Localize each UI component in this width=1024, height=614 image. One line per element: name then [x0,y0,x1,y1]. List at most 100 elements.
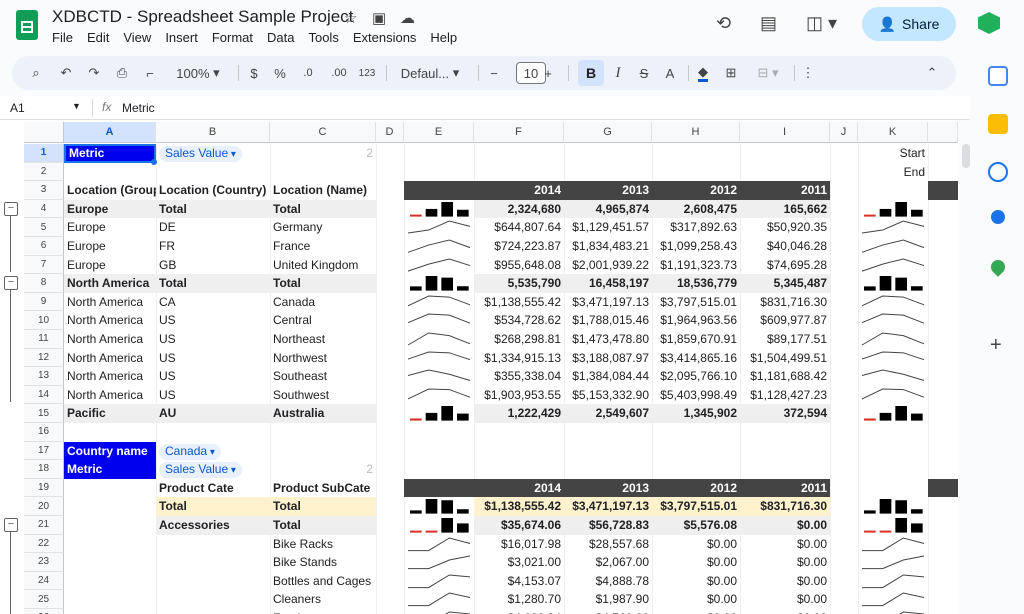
loc-country-cell[interactable]: US [156,311,270,330]
loc-country-cell[interactable]: GB [156,256,270,275]
value-cell[interactable]: 2,608,475 [652,200,740,219]
row-header-2[interactable]: 2 [24,162,64,182]
value-cell-2[interactable]: $0.00 [740,609,830,614]
value-cell[interactable]: 16,458,197 [564,274,652,293]
increase-decimal[interactable]: .00 [326,56,352,90]
value-cell-2[interactable]: $3,471,197.13 [564,497,652,516]
value-cell[interactable]: 2,549,607 [564,404,652,423]
row-header-20[interactable]: 20 [24,497,64,516]
year-header-2-2014[interactable]: 2014 [474,479,564,498]
loc-country-cell[interactable]: DE [156,218,270,237]
col-header-a[interactable]: A [64,122,156,143]
value-cell[interactable]: $3,414,865.16 [652,349,740,368]
col-header-f[interactable]: F [474,122,564,143]
value-cell[interactable]: $609,977.87 [740,311,830,330]
percent-format[interactable]: % [270,56,290,90]
loc-name-cell[interactable]: Northwest [270,349,376,368]
value-cell[interactable]: $1,099,258.43 [652,237,740,256]
loc-name-cell[interactable]: Australia [270,404,376,423]
paint-format-icon[interactable]: ⌐ [140,56,160,90]
value-cell-2[interactable]: $4,888.78 [564,572,652,591]
avatar[interactable] [978,12,1000,34]
row-header-22[interactable]: 22 [24,534,64,554]
loc-name-cell[interactable]: Northeast [270,330,376,349]
value-cell-2[interactable]: $1,987.90 [564,590,652,609]
header-product-cate[interactable]: Product Cate [156,479,270,498]
note-cell-2[interactable]: 2 [270,460,376,479]
value-cell[interactable]: $1,334,915.13 [474,349,564,368]
value-cell[interactable]: $1,129,451.57 [564,218,652,237]
col-header-e[interactable]: E [404,122,474,143]
row-header-1[interactable]: 1 [24,144,64,163]
value-cell-2[interactable]: $4,022.34 [474,609,564,614]
value-cell[interactable]: $3,471,197.13 [564,293,652,312]
zoom-select[interactable]: 100% ▾ [168,56,228,90]
loc-country-cell[interactable]: US [156,367,270,386]
currency-format[interactable]: $ [244,56,264,90]
value-cell[interactable]: $831,716.30 [740,293,830,312]
col-header-g[interactable]: G [564,122,652,143]
row-header-17[interactable]: 17 [24,441,64,461]
collapse-toolbar-icon[interactable]: ⌃ [922,56,942,90]
menu-insert[interactable]: Insert [165,30,205,45]
year-header-2-2012[interactable]: 2012 [652,479,740,498]
value-cell[interactable]: $5,403,998.49 [652,386,740,405]
value-cell[interactable]: 4,965,874 [564,200,652,219]
row-header-19[interactable]: 19 [24,478,64,498]
calendar-icon[interactable] [988,66,1008,86]
menu-format[interactable]: Format [212,30,260,45]
row-header-24[interactable]: 24 [24,571,64,591]
value-cell-2[interactable]: $1,280.70 [474,590,564,609]
loc-group-cell[interactable]: North America [64,386,156,405]
value-cell[interactable]: $40,046.28 [740,237,830,256]
loc-group-cell[interactable]: Europe [64,218,156,237]
move-folder-icon[interactable]: ▣ [372,9,386,27]
history-icon[interactable]: ⟲ [716,13,731,34]
value-cell[interactable]: 18,536,779 [652,274,740,293]
menu-edit[interactable]: Edit [87,30,116,45]
row-header-8[interactable]: 8 [24,274,64,293]
row-header-11[interactable]: 11 [24,330,64,349]
meet-icon[interactable]: ◫ ▾ [806,13,837,34]
value-cell[interactable]: $74,695.28 [740,256,830,275]
loc-group-cell[interactable]: Pacific [64,404,156,423]
value-cell-2[interactable]: $0.00 [740,516,830,535]
strikethrough-button[interactable]: S [634,56,654,90]
row-header-9[interactable]: 9 [24,292,64,312]
value-cell[interactable]: $644,807.64 [474,218,564,237]
value-cell[interactable]: $3,188,087.97 [564,349,652,368]
year-header-2012[interactable]: 2012 [652,181,740,200]
value-cell-2[interactable]: $5,576.08 [652,516,740,535]
loc-group-cell[interactable]: North America [64,330,156,349]
value-cell-2[interactable]: $0.00 [740,572,830,591]
font-size-decrease[interactable]: − [484,56,504,90]
loc-group-cell[interactable]: North America [64,349,156,368]
fill-color-icon[interactable]: ◆ [692,56,714,90]
value-cell-2[interactable]: $2,067.00 [564,553,652,572]
value-cell-2[interactable]: $0.00 [740,553,830,572]
star-icon[interactable]: ☆ [344,9,357,27]
loc-name-cell[interactable]: Southeast [270,367,376,386]
value-cell-2[interactable]: $0.00 [652,535,740,554]
product-cate-cell[interactable] [156,535,270,554]
loc-name-cell[interactable]: Germany [270,218,376,237]
product-subcate-cell[interactable]: Bike Stands [270,553,376,572]
keep-icon[interactable] [988,114,1008,134]
group-collapse-europe[interactable]: − [4,201,18,216]
loc-country-cell[interactable]: US [156,386,270,405]
text-color-button[interactable]: A [660,56,680,90]
value-cell[interactable]: $1,788,015.46 [564,311,652,330]
name-box[interactable]: A1 [10,101,25,115]
value-cell-2[interactable]: $16,017.98 [474,535,564,554]
value-cell[interactable]: $1,138,555.42 [474,293,564,312]
country-label-cell[interactable]: Country name [64,441,156,461]
value-cell[interactable]: $1,128,427.23 [740,386,830,405]
col-header-j[interactable]: J [830,122,858,143]
value-cell[interactable]: $1,859,670.91 [652,330,740,349]
menu-tools[interactable]: Tools [308,30,345,45]
metric-label-cell-2[interactable]: Metric [64,460,156,479]
metric-dropdown[interactable]: Sales Value [159,146,242,162]
value-cell[interactable]: 5,535,790 [474,274,564,293]
year-header-2014[interactable]: 2014 [474,181,564,200]
loc-group-cell[interactable]: North America [64,367,156,386]
